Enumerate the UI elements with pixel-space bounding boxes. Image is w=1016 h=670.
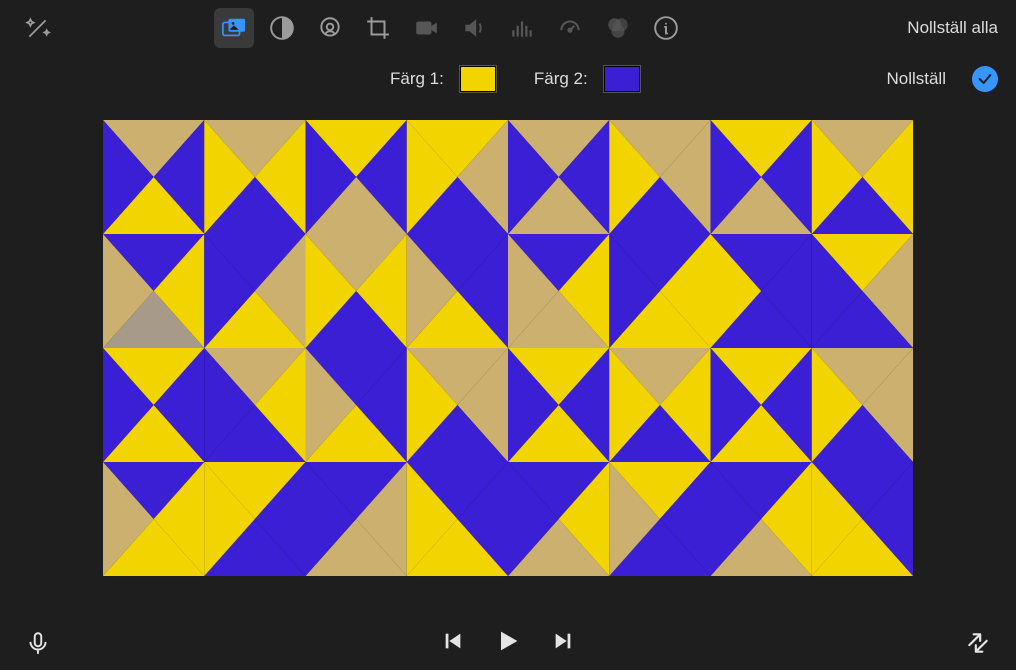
- video-overlay-icon[interactable]: [214, 8, 254, 48]
- color2-label: Färg 2:: [534, 69, 588, 89]
- preview-viewer: [103, 120, 913, 576]
- volume-icon[interactable]: [454, 8, 494, 48]
- inspector-toolbar: Nollställ alla: [0, 0, 1016, 56]
- color2-well[interactable]: [604, 66, 640, 92]
- color-balance-icon[interactable]: [262, 8, 302, 48]
- color1-label: Färg 1:: [390, 69, 444, 89]
- reset-all-button[interactable]: Nollställ alla: [907, 18, 998, 38]
- crop-icon[interactable]: [358, 8, 398, 48]
- playback-bar: [0, 616, 1016, 670]
- voiceover-icon[interactable]: [18, 623, 58, 663]
- speed-icon[interactable]: [550, 8, 590, 48]
- play-icon[interactable]: [494, 627, 522, 660]
- reset-button[interactable]: Nollställ: [886, 69, 946, 89]
- info-icon[interactable]: [646, 8, 686, 48]
- equalizer-icon[interactable]: [502, 8, 542, 48]
- color1-well[interactable]: [460, 66, 496, 92]
- apply-checkbox[interactable]: [972, 66, 998, 92]
- fullscreen-icon[interactable]: [958, 623, 998, 663]
- overlay-settings-row: Färg 1: Färg 2: Nollställ: [0, 56, 1016, 102]
- previous-frame-icon[interactable]: [442, 630, 464, 657]
- next-frame-icon[interactable]: [552, 630, 574, 657]
- stabilize-icon[interactable]: [406, 8, 446, 48]
- filters-icon[interactable]: [598, 8, 638, 48]
- color-correct-icon[interactable]: [310, 8, 350, 48]
- magic-wand-icon[interactable]: [18, 8, 58, 48]
